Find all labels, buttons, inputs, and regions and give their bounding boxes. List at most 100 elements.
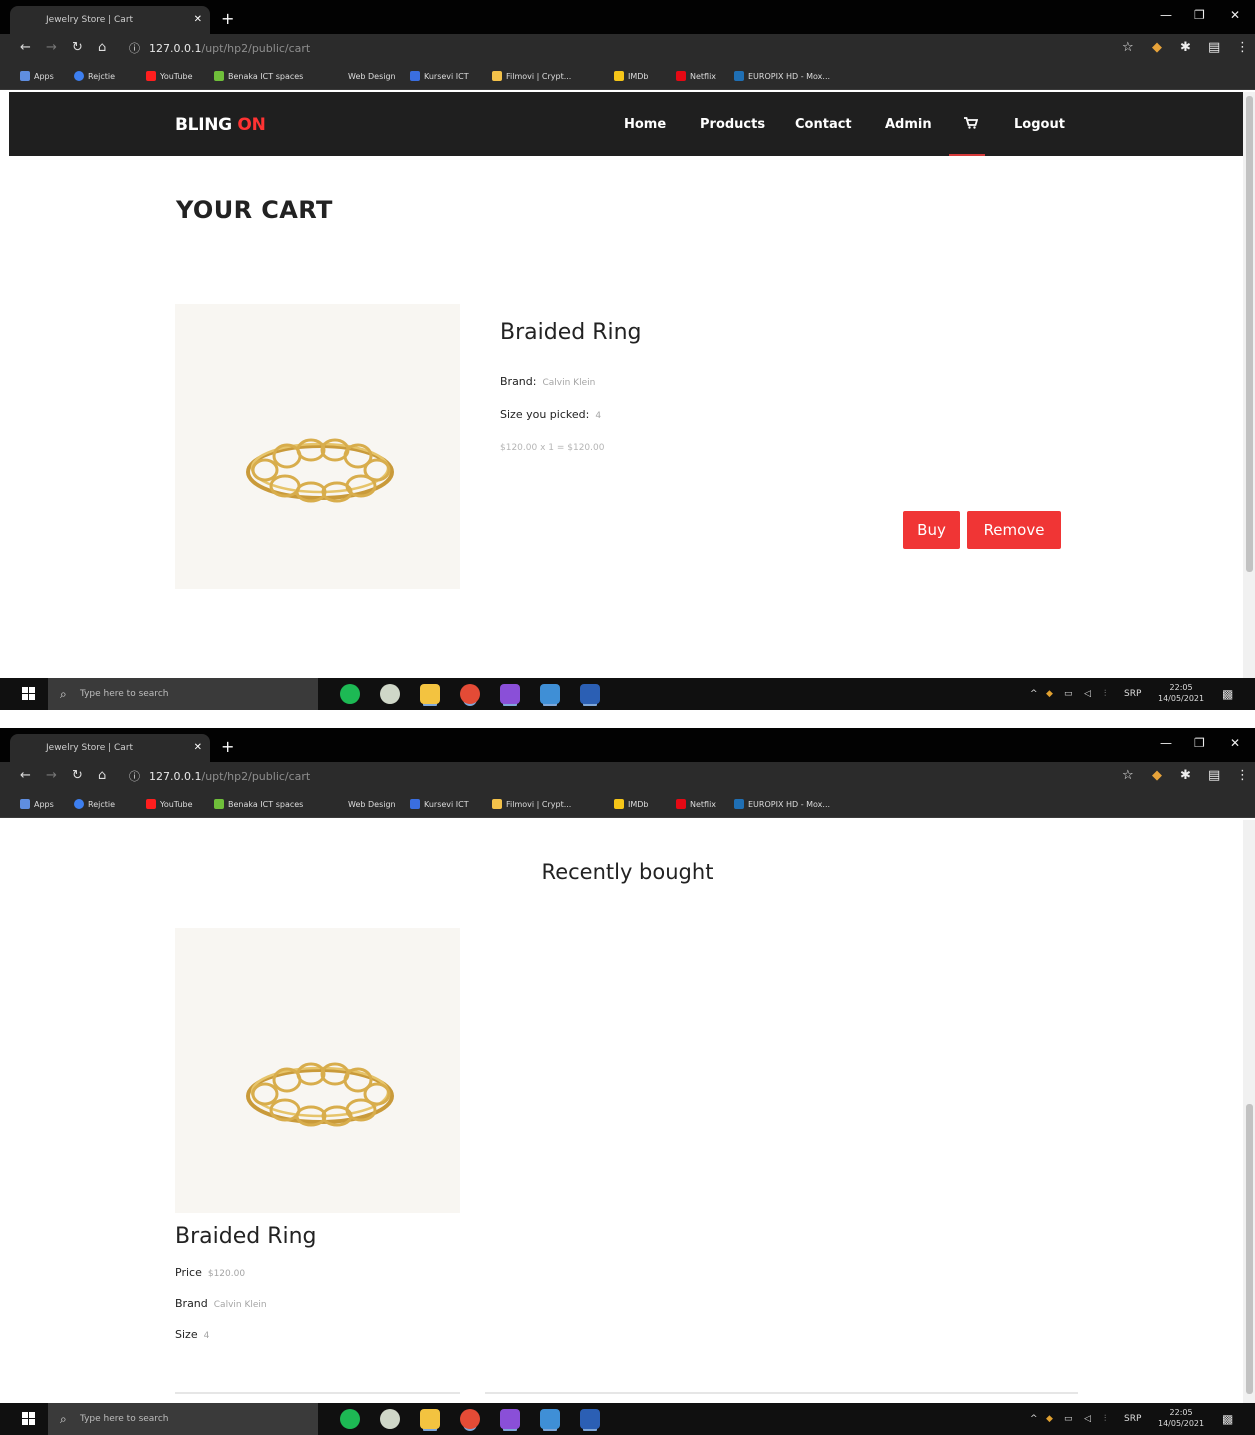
word-icon[interactable] — [580, 1409, 600, 1429]
back-icon[interactable]: ← — [20, 40, 31, 55]
scrollbar-thumb[interactable] — [1246, 1104, 1253, 1394]
bookmark-apps[interactable]: Apps — [20, 64, 54, 90]
taskbar-search-input[interactable]: ⌕ Type here to search — [48, 678, 318, 710]
window-close-icon[interactable]: ✕ — [1230, 8, 1240, 22]
scrollbar-thumb[interactable] — [1246, 96, 1253, 572]
forward-icon[interactable]: → — [46, 40, 57, 55]
spotify-icon[interactable] — [340, 684, 360, 704]
browser-tab[interactable]: Jewelry Store | Cart ✕ — [10, 734, 210, 762]
chrome-icon[interactable] — [460, 684, 480, 704]
window-close-icon[interactable]: ✕ — [1230, 736, 1240, 750]
bookmark-netflix[interactable]: Netflix — [676, 64, 716, 90]
nav-products[interactable]: Products — [700, 92, 765, 158]
home-icon[interactable]: ⌂ — [98, 768, 106, 783]
bookmark-star-icon[interactable]: ☆ — [1122, 768, 1134, 783]
profile-icon[interactable]: ▤ — [1208, 768, 1220, 783]
maximize-icon[interactable]: ❐ — [1194, 736, 1205, 750]
address-bar[interactable]: ⓘ 127.0.0.1/upt/hp2/public/cart — [121, 766, 1146, 788]
nav-contact[interactable]: Contact — [795, 92, 852, 158]
bookmark-imdb[interactable]: IMDb — [614, 792, 649, 818]
bookmark-europix[interactable]: EUROPIX HD - Mox... — [734, 792, 830, 818]
back-icon[interactable]: ← — [20, 768, 31, 783]
app-icon-2[interactable] — [500, 1409, 520, 1429]
network-icon[interactable]: ⫶ — [1104, 678, 1106, 710]
battery-icon[interactable]: ▭ — [1064, 678, 1073, 710]
bookmark-imdb[interactable]: IMDb — [614, 64, 649, 90]
buy-button[interactable]: Buy — [903, 511, 960, 549]
bookmark-filmovi[interactable]: Filmovi | Crypt... — [492, 792, 571, 818]
info-icon[interactable]: ⓘ — [129, 38, 140, 60]
extension-icon[interactable]: ◆ — [1152, 768, 1162, 783]
close-icon[interactable]: ✕ — [194, 734, 202, 762]
battery-icon[interactable]: ▭ — [1064, 1403, 1073, 1435]
language-indicator[interactable]: SRP — [1124, 678, 1141, 710]
maximize-icon[interactable]: ❐ — [1194, 8, 1205, 22]
bookmark-youtube[interactable]: YouTube — [146, 64, 193, 90]
volume-icon[interactable]: ◁ — [1084, 1403, 1091, 1435]
bookmark-youtube[interactable]: YouTube — [146, 792, 193, 818]
site-logo[interactable]: BLING ON — [175, 92, 266, 158]
bookmark-benaka[interactable]: Benaka ICT spaces — [214, 792, 303, 818]
notifications-icon[interactable]: ▩ — [1222, 678, 1233, 710]
taskbar-clock[interactable]: 22:05 14/05/2021 — [1158, 1407, 1204, 1429]
menu-dots-icon[interactable]: ⋮ — [1236, 768, 1249, 783]
home-icon[interactable]: ⌂ — [98, 40, 106, 55]
notifications-icon[interactable]: ▩ — [1222, 1403, 1233, 1435]
file-explorer-icon[interactable] — [420, 1409, 440, 1429]
app-icon[interactable] — [380, 684, 400, 704]
minimize-icon[interactable]: — — [1160, 736, 1172, 750]
reload-icon[interactable]: ↻ — [72, 768, 83, 783]
photos-icon[interactable] — [540, 1409, 560, 1429]
network-icon[interactable]: ⫶ — [1104, 1403, 1106, 1435]
new-tab-icon[interactable]: + — [221, 734, 234, 760]
menu-dots-icon[interactable]: ⋮ — [1236, 40, 1249, 55]
spotify-icon[interactable] — [340, 1409, 360, 1429]
nav-admin[interactable]: Admin — [885, 92, 932, 158]
bookmark-rejctie[interactable]: Rejctie — [74, 64, 115, 90]
extensions-puzzle-icon[interactable]: ✱ — [1180, 768, 1191, 783]
bookmark-europix[interactable]: EUROPIX HD - Mox... — [734, 64, 830, 90]
language-indicator[interactable]: SRP — [1124, 1403, 1141, 1435]
tray-app-icon[interactable]: ◆ — [1046, 678, 1053, 710]
bookmark-netflix[interactable]: Netflix — [676, 792, 716, 818]
info-icon[interactable]: ⓘ — [129, 766, 140, 788]
file-explorer-icon[interactable] — [420, 684, 440, 704]
photos-icon[interactable] — [540, 684, 560, 704]
bookmark-rejctie[interactable]: Rejctie — [74, 792, 115, 818]
minimize-icon[interactable]: — — [1160, 8, 1172, 22]
bookmark-filmovi[interactable]: Filmovi | Crypt... — [492, 64, 571, 90]
taskbar-search-input[interactable]: ⌕ Type here to search — [48, 1403, 318, 1435]
chrome-icon[interactable] — [460, 1409, 480, 1429]
app-icon[interactable] — [380, 1409, 400, 1429]
volume-icon[interactable]: ◁ — [1084, 678, 1091, 710]
tray-app-icon[interactable]: ◆ — [1046, 1403, 1053, 1435]
extensions-puzzle-icon[interactable]: ✱ — [1180, 40, 1191, 55]
extension-icon[interactable]: ◆ — [1152, 40, 1162, 55]
browser-tab[interactable]: Jewelry Store | Cart ✕ — [10, 6, 210, 34]
app-icon-2[interactable] — [500, 684, 520, 704]
close-icon[interactable]: ✕ — [194, 6, 202, 34]
tray-chevron-icon[interactable]: ^ — [1030, 1403, 1038, 1435]
bookmark-star-icon[interactable]: ☆ — [1122, 40, 1134, 55]
taskbar-clock[interactable]: 22:05 14/05/2021 — [1158, 682, 1204, 704]
nav-logout[interactable]: Logout — [1014, 92, 1065, 158]
bookmark-web-design[interactable]: Web Design — [348, 792, 396, 818]
profile-icon[interactable]: ▤ — [1208, 40, 1220, 55]
nav-cart[interactable] — [964, 92, 979, 158]
word-icon[interactable] — [580, 684, 600, 704]
tray-chevron-icon[interactable]: ^ — [1030, 678, 1038, 710]
bookmark-kursevi[interactable]: Kursevi ICT — [410, 64, 469, 90]
nav-home[interactable]: Home — [624, 92, 666, 158]
bookmark-apps[interactable]: Apps — [20, 792, 54, 818]
windows-start-icon[interactable] — [22, 1412, 36, 1426]
new-tab-icon[interactable]: + — [221, 6, 234, 32]
remove-button[interactable]: Remove — [967, 511, 1061, 549]
reload-icon[interactable]: ↻ — [72, 40, 83, 55]
bookmarks-bar: Apps Rejctie YouTube Benaka ICT spaces W… — [0, 792, 1255, 818]
address-bar[interactable]: ⓘ 127.0.0.1/upt/hp2/public/cart — [121, 38, 1146, 60]
bookmark-benaka[interactable]: Benaka ICT spaces — [214, 64, 303, 90]
forward-icon[interactable]: → — [46, 768, 57, 783]
windows-start-icon[interactable] — [22, 687, 36, 701]
bookmark-web-design[interactable]: Web Design — [348, 64, 396, 90]
bookmark-kursevi[interactable]: Kursevi ICT — [410, 792, 469, 818]
